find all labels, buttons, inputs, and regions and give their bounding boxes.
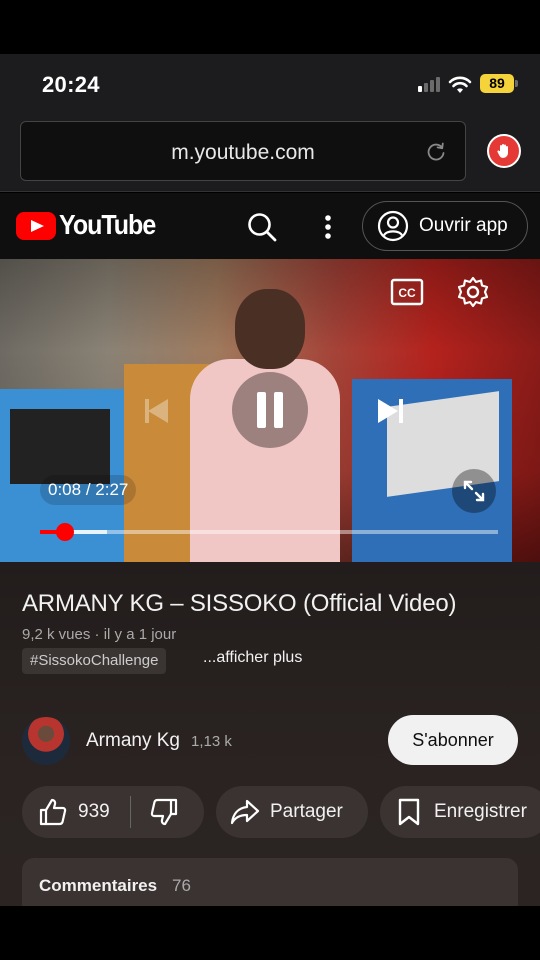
- search-icon[interactable]: [246, 211, 278, 243]
- subscriber-count: 1,13 k: [191, 733, 232, 750]
- reload-icon[interactable]: [425, 141, 447, 163]
- settings-gear-icon[interactable]: [456, 275, 490, 309]
- comments-count: 76: [172, 876, 191, 895]
- youtube-header: YouTube Ouvrir app: [0, 193, 540, 259]
- channel-avatar[interactable]: [22, 717, 70, 765]
- like-count: 939: [78, 801, 110, 822]
- share-icon: [230, 799, 260, 825]
- video-info-panel: ARMANY KG – SISSOKO (Official Video) 9,2…: [0, 562, 540, 918]
- url-text: m.youtube.com: [171, 141, 315, 164]
- status-bar: 20:24 89: [0, 54, 540, 116]
- video-meta: 9,2 k vues · il y a 1 jour: [22, 626, 177, 643]
- svg-text:CC: CC: [398, 286, 416, 300]
- action-bar: 939 Partager Enregistrer: [22, 786, 540, 838]
- share-button[interactable]: Partager: [216, 786, 368, 838]
- thumbs-up-icon[interactable]: [38, 797, 68, 827]
- youtube-play-icon: [16, 211, 56, 240]
- more-vert-icon[interactable]: [318, 211, 338, 243]
- address-bar[interactable]: m.youtube.com: [20, 121, 466, 181]
- bottom-bar: [0, 906, 540, 960]
- phone-screen: 20:24 89 m.youtube.com YouTube Ouvrir ap…: [0, 0, 540, 960]
- save-label: Enregistrer: [434, 801, 527, 822]
- browser-toolbar: m.youtube.com: [0, 116, 540, 192]
- like-divider: [129, 796, 131, 828]
- show-more-link[interactable]: ...afficher plus: [203, 649, 302, 667]
- bookmark-icon: [398, 798, 420, 826]
- current-time: 0:08: [48, 480, 82, 499]
- thumbs-down-icon[interactable]: [149, 797, 179, 827]
- youtube-logo[interactable]: YouTube: [16, 209, 156, 241]
- battery-indicator: 89: [480, 74, 518, 93]
- fullscreen-button[interactable]: [452, 469, 496, 513]
- channel-name[interactable]: Armany Kg: [86, 730, 180, 752]
- progress-scrubber[interactable]: [55, 523, 74, 541]
- wifi-icon: [448, 76, 472, 93]
- previous-icon: [145, 399, 168, 423]
- stop-hand-extension-icon[interactable]: [487, 134, 521, 168]
- duration: 2:27: [95, 480, 129, 499]
- comments-label: Commentaires: [39, 876, 158, 895]
- like-dislike-pill: 939: [22, 786, 204, 838]
- time-separator: /: [85, 480, 91, 499]
- progress-bar[interactable]: [40, 523, 498, 541]
- closed-captions-icon[interactable]: CC: [390, 278, 424, 306]
- pause-button[interactable]: [232, 372, 308, 448]
- time-display: 0:08 / 2:27: [40, 475, 137, 505]
- status-time: 20:24: [42, 72, 100, 97]
- open-app-button[interactable]: Ouvrir app: [362, 201, 528, 251]
- cellular-signal-icon: [418, 76, 440, 92]
- next-icon[interactable]: [372, 393, 408, 429]
- youtube-logo-text: YouTube: [59, 209, 156, 241]
- account-icon: [377, 210, 409, 242]
- save-button[interactable]: Enregistrer: [380, 786, 540, 838]
- hashtag-link[interactable]: #SissokoChallenge: [22, 648, 167, 674]
- fullscreen-icon: [463, 480, 485, 502]
- share-label: Partager: [270, 801, 343, 822]
- open-app-label: Ouvrir app: [419, 215, 508, 236]
- subscribe-button[interactable]: S'abonner: [388, 715, 518, 765]
- video-player[interactable]: CC 0:08 / 2:27: [0, 259, 540, 562]
- video-title[interactable]: ARMANY KG – SISSOKO (Official Video): [22, 590, 456, 618]
